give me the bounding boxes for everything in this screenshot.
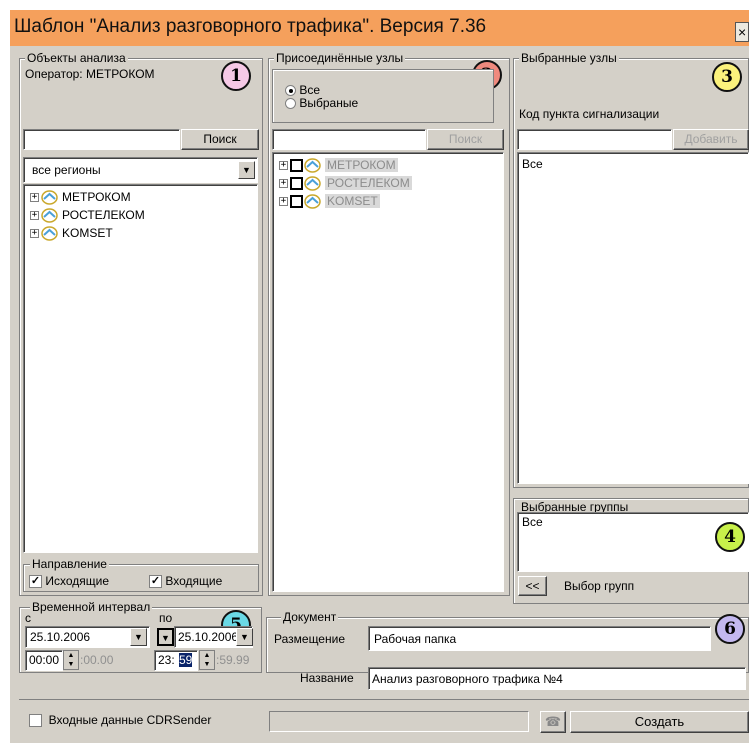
time-to-spinner[interactable]: ▲ ▼ <box>199 650 215 670</box>
objects-tree[interactable]: + МЕТРОКОМ + РОСТЕЛЕКОМ + KOMSET <box>23 184 258 553</box>
outgoing-checkbox[interactable]: ✓ Исходящие <box>29 574 109 589</box>
nodes-search-button[interactable]: Поиск <box>427 129 504 150</box>
time-to-minutes-selected: 59 <box>179 653 193 667</box>
expand-icon[interactable]: + <box>279 179 288 189</box>
back-button[interactable]: << <box>518 576 547 596</box>
phone-icon[interactable]: ☎ <box>540 711 566 733</box>
checkbox-icon[interactable] <box>290 177 303 191</box>
document-name-input[interactable] <box>368 667 746 690</box>
add-button[interactable]: Добавить <box>673 129 749 150</box>
tree-item-rostelecom[interactable]: + РОСТЕЛЕКОМ <box>279 174 412 192</box>
cdrsender-label: Входные данные CDRSender <box>48 713 212 727</box>
tree-item-komset[interactable]: + KOMSET <box>279 192 380 210</box>
tree-item-metrocom[interactable]: + МЕТРОКОМ <box>279 156 398 174</box>
incoming-label: Входящие <box>165 574 223 588</box>
node-icon <box>304 176 321 192</box>
choose-groups-label[interactable]: Выбор групп <box>564 579 634 593</box>
selected-nodes-legend: Выбранные узлы <box>519 51 619 65</box>
outgoing-label: Исходящие <box>45 574 109 588</box>
node-icon <box>41 226 58 242</box>
time-to-field[interactable]: 23: 59 <box>154 650 198 671</box>
tree-item-label: МЕТРОКОМ <box>62 190 131 204</box>
expand-icon[interactable]: + <box>279 161 288 171</box>
region-select-value: все регионы <box>32 163 101 177</box>
background-edge <box>0 0 10 743</box>
badge-6: 6 <box>715 614 745 644</box>
node-icon <box>304 158 321 174</box>
radio-all-label: Все <box>299 83 321 97</box>
date-to-value: 25.10.2006 <box>178 630 239 644</box>
name-label: Название <box>300 671 354 685</box>
window-title: Шаблон "Анализ разговорного трафика". Ве… <box>14 16 487 37</box>
objects-search-button[interactable]: Поиск <box>181 129 259 150</box>
list-item[interactable]: Все <box>522 157 543 171</box>
selected-groups-list[interactable]: Все <box>517 512 749 572</box>
tree-item-label: МЕТРОКОМ <box>325 158 398 172</box>
from-label: с <box>25 611 31 625</box>
time-to-hours: 23: <box>158 653 175 667</box>
time-from-value: 00:00 <box>29 653 60 667</box>
badge-1: 1 <box>221 61 251 91</box>
radio-selected-label: Выбраные <box>299 96 359 110</box>
time-from-field[interactable]: 00:00 <box>25 650 63 671</box>
list-item[interactable]: Все <box>522 515 543 529</box>
region-select[interactable]: все регионы ▼ <box>23 157 258 183</box>
placement-field[interactable]: Рабочая папка <box>368 626 711 651</box>
checkbox-icon[interactable] <box>290 195 303 209</box>
time-from-seconds: :00.00 <box>80 653 114 667</box>
tree-item-rostelecom[interactable]: + РОСТЕЛЕКОМ <box>30 206 145 224</box>
signal-code-input[interactable] <box>517 129 672 150</box>
cdrsender-checkbox[interactable]: Входные данные CDRSender <box>29 713 212 728</box>
radio-selected[interactable]: Выбраные <box>285 97 358 110</box>
connected-nodes-legend: Присоединённые узлы <box>274 51 406 65</box>
chevron-down-icon[interactable]: ▼ <box>130 628 147 646</box>
tree-item-label: KOMSET <box>62 226 113 240</box>
selected-nodes-list[interactable]: Все <box>517 152 749 484</box>
node-icon <box>41 208 58 224</box>
node-icon <box>304 194 321 210</box>
node-icon <box>41 190 58 206</box>
chevron-down-icon[interactable]: ▼ <box>236 628 253 646</box>
checkbox-icon[interactable] <box>29 714 42 728</box>
objects-search-input[interactable] <box>23 129 180 150</box>
badge-4: 4 <box>715 522 745 552</box>
chevron-down-icon[interactable]: ▼ <box>238 161 255 179</box>
expand-icon[interactable]: + <box>30 193 39 203</box>
close-button[interactable]: × <box>735 22 749 42</box>
date-from-field[interactable]: 25.10.2006 ▼ <box>25 626 150 648</box>
tree-item-label: KOMSET <box>325 194 380 208</box>
time-from-spinner[interactable]: ▲ ▼ <box>63 650 79 670</box>
placement-value: Рабочая папка <box>374 632 457 646</box>
signal-code-label: Код пункта сигнализации <box>519 107 660 121</box>
nodes-tree[interactable]: + МЕТРОКОМ + РОСТЕЛЕКОМ + KOMSET <box>272 152 504 592</box>
create-button[interactable]: Создать <box>570 711 749 733</box>
expand-icon[interactable]: + <box>30 229 39 239</box>
time-to-seconds: :59.99 <box>216 653 250 667</box>
checkbox-icon[interactable] <box>290 159 303 173</box>
radio-unselected-icon[interactable] <box>285 98 296 110</box>
date-link-button[interactable]: ▼ <box>157 628 174 646</box>
time-interval-legend: Временной интервал <box>30 600 153 614</box>
placement-label: Размещение <box>274 632 345 646</box>
checkbox-checked-icon[interactable]: ✓ <box>149 575 162 589</box>
direction-legend: Направление <box>30 557 109 571</box>
tree-item-komset[interactable]: + KOMSET <box>30 224 113 242</box>
radio-selected-icon[interactable] <box>285 85 296 97</box>
date-from-value: 25.10.2006 <box>30 630 91 644</box>
nodes-search-input[interactable] <box>272 129 426 150</box>
badge-3: 3 <box>712 62 742 92</box>
status-field <box>269 711 529 732</box>
analysis-objects-legend: Объекты анализа <box>25 51 128 65</box>
footer-divider <box>19 699 749 700</box>
expand-icon[interactable]: + <box>30 211 39 221</box>
to-label: по <box>159 611 173 625</box>
expand-icon[interactable]: + <box>279 197 288 207</box>
tree-item-metrocom[interactable]: + МЕТРОКОМ <box>30 188 131 206</box>
document-legend: Документ <box>281 610 339 624</box>
checkbox-checked-icon[interactable]: ✓ <box>29 575 42 589</box>
incoming-checkbox[interactable]: ✓ Входящие <box>149 574 223 589</box>
tree-item-label: РОСТЕЛЕКОМ <box>325 176 412 190</box>
operator-label: Оператор: МЕТРОКОМ <box>25 67 155 81</box>
tree-item-label: РОСТЕЛЕКОМ <box>62 208 145 222</box>
